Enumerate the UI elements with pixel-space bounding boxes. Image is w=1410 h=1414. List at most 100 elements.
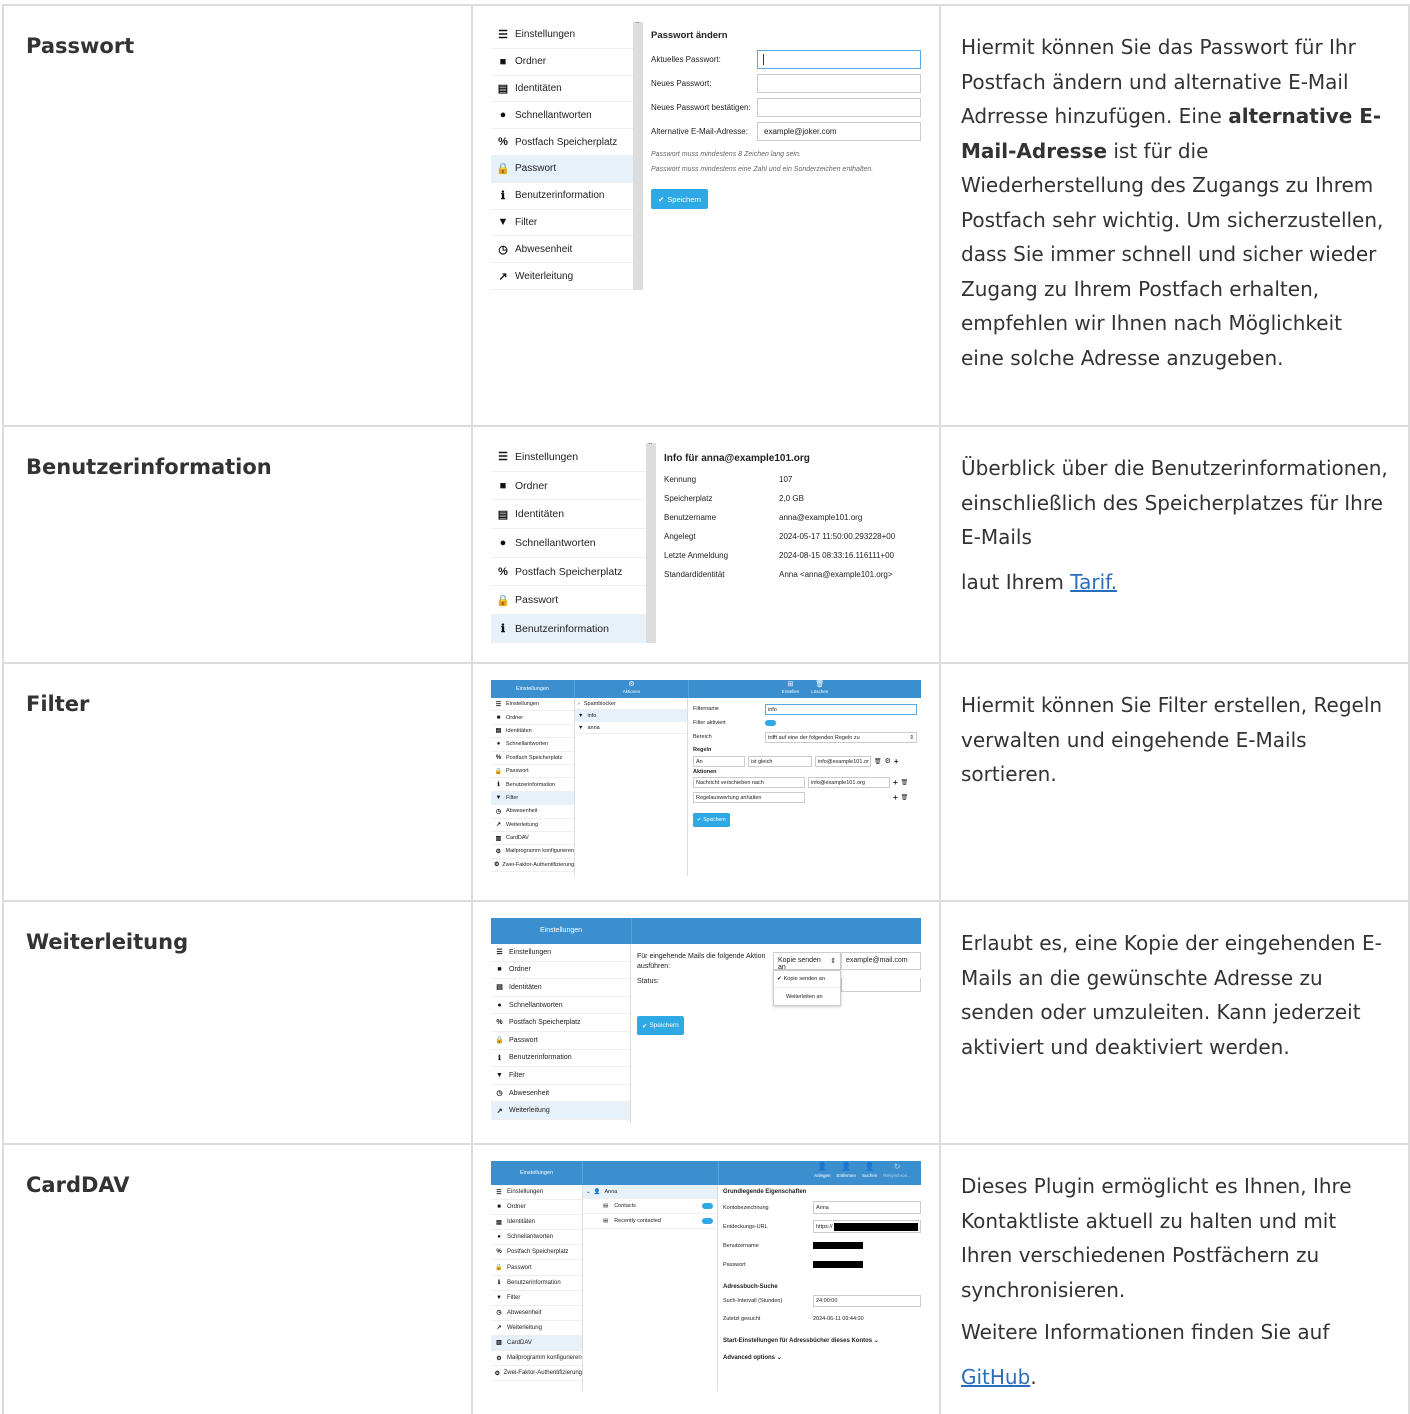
alt-email-input[interactable]: example@joker.com: [757, 121, 921, 141]
sidebar-item[interactable]: ⚙ Zwei-Faktor-Authentifizierung: [491, 1366, 582, 1382]
current-password-input[interactable]: [757, 49, 921, 69]
addressbook-item[interactable]: ▤ Contacts: [583, 1199, 717, 1214]
rule-value-input[interactable]: info@example101.or: [815, 755, 871, 767]
addressbook-toggle[interactable]: [702, 1218, 713, 1224]
save-button[interactable]: ✔ Speichern: [693, 813, 730, 827]
sidebar-item[interactable]: 🔒 Passwort: [491, 1032, 630, 1050]
sidebar-item[interactable]: ● Schnellantworten: [491, 738, 574, 752]
scrollbar[interactable]: ⌃: [633, 22, 643, 290]
expand-section[interactable]: Advanced options ⌄: [723, 1354, 921, 1361]
sidebar-item[interactable]: ☰ Einstellungen: [491, 944, 630, 962]
sidebar-item[interactable]: ☰ Einstellungen: [491, 1185, 582, 1201]
sidebar-item[interactable]: 🔒 Passwort: [491, 1260, 582, 1276]
addressbook-item[interactable]: ▤ Recently contacted: [583, 1214, 717, 1229]
resync-button[interactable]: ↻ Resynchron...: [883, 1161, 911, 1185]
sidebar-item[interactable]: % Postfach Speicherplatz: [491, 558, 646, 587]
sidebar-item[interactable]: ℹ Benutzerinformation: [491, 615, 646, 643]
sidebar-item[interactable]: 🔒 Passwort: [491, 155, 633, 183]
sidebar-item[interactable]: ■ Ordner: [491, 472, 646, 501]
tariff-link[interactable]: Tarif.: [1070, 570, 1117, 594]
list-item[interactable]: ▼ anna: [575, 722, 687, 734]
expand-section[interactable]: Start-Einstellungen für Adressbücher die…: [723, 1337, 921, 1344]
sidebar-item[interactable]: ⚙ Mailprogramm konfigurieren: [491, 1351, 582, 1367]
dropdown-option[interactable]: ✔ Kopie senden an: [774, 971, 840, 988]
save-button[interactable]: ✔ Speichern: [637, 1016, 684, 1035]
sidebar-item[interactable]: ◷ Abwesenheit: [491, 1085, 630, 1103]
sidebar-item[interactable]: ◷ Abwesenheit: [491, 1306, 582, 1321]
sidebar-item[interactable]: % Postfach Speicherplatz: [491, 1014, 630, 1032]
save-button[interactable]: ✔ Speichern: [651, 189, 709, 209]
action-target-select[interactable]: info@example101.org: [808, 777, 890, 788]
sidebar-item[interactable]: ● Schnellantworten: [491, 529, 646, 558]
sidebar-item[interactable]: % Postfach Speicherplatz: [491, 129, 633, 156]
sidebar-item[interactable]: ↗ Weiterleitung: [491, 819, 574, 832]
sidebar-item[interactable]: ▤ Identitäten: [491, 979, 630, 997]
action-select[interactable]: Regelauswertung anhalten: [693, 792, 805, 803]
sidebar-item[interactable]: ▥ CardDAV: [491, 1335, 582, 1352]
sidebar-item[interactable]: ▼ Filter: [491, 210, 633, 237]
sidebar-item[interactable]: % Postfach Speicherplatz: [491, 1245, 582, 1261]
action-select[interactable]: Nachricht verschieben nach: [693, 777, 805, 788]
remove-account-button[interactable]: 👤 Entfernen: [836, 1161, 856, 1185]
actions-menu[interactable]: ⚙ Aktionen: [574, 680, 688, 698]
github-link[interactable]: GitHub: [961, 1365, 1030, 1389]
sidebar-item[interactable]: ☰ Einstellungen: [491, 698, 574, 712]
forward-email-input[interactable]: example@mail.com: [841, 952, 921, 970]
plus-icon[interactable]: +: [894, 757, 899, 766]
addressbook-toggle[interactable]: [702, 1203, 713, 1209]
sidebar-item[interactable]: ↗ Weiterleitung: [491, 263, 633, 290]
list-item[interactable]: › Spamblocker: [575, 698, 687, 710]
sidebar-item[interactable]: ▼ Filter: [491, 791, 574, 806]
sidebar-item[interactable]: ▤ Identitäten: [491, 76, 633, 103]
plus-icon[interactable]: +: [893, 778, 898, 787]
sidebar-item[interactable]: ℹ Benutzerinformation: [491, 183, 633, 210]
sidebar-item[interactable]: ☰ Einstellungen: [491, 22, 633, 49]
create-button[interactable]: ⊞ Erstellen: [782, 680, 800, 698]
sidebar-item[interactable]: ■ Ordner: [491, 49, 633, 76]
sidebar-item[interactable]: ▥ CardDAV: [491, 832, 574, 846]
new-password-input[interactable]: [757, 73, 921, 93]
sidebar-item[interactable]: ▤ Identitäten: [491, 725, 574, 739]
account-item[interactable]: ⌄ 👤 Anna: [583, 1185, 717, 1199]
sidebar-item[interactable]: ⚙ Mailprogramm konfigurieren: [491, 845, 574, 859]
sidebar-item[interactable]: ℹ Benutzerinformation: [491, 1276, 582, 1291]
sidebar-item[interactable]: ℹ Benutzerinformation: [491, 1050, 630, 1068]
plus-icon[interactable]: +: [893, 793, 898, 802]
dropdown-option[interactable]: Weiterleiten an: [774, 988, 840, 1005]
sidebar-item[interactable]: ↗ Weiterleitung: [491, 1321, 582, 1336]
sidebar-item[interactable]: ● Schnellantworten: [491, 102, 633, 130]
confirm-password-input[interactable]: [757, 97, 921, 117]
gear-icon[interactable]: ⚙: [885, 757, 891, 765]
account-input[interactable]: https://: [813, 1220, 921, 1233]
sidebar-item[interactable]: ⚙ Zwei-Faktor-Authentifizierung: [491, 859, 574, 873]
trash-icon[interactable]: 🗑: [874, 758, 882, 765]
trash-icon[interactable]: 🗑: [901, 779, 909, 786]
sidebar-item[interactable]: 🔒 Passwort: [491, 765, 574, 779]
delete-button[interactable]: 🗑 Löschen: [811, 680, 828, 698]
filtername-input[interactable]: info: [765, 703, 917, 715]
forward-mode-select[interactable]: Kopie senden an ⇕: [773, 952, 841, 971]
sidebar-item[interactable]: ◷ Abwesenheit: [491, 236, 633, 264]
trash-icon[interactable]: 🗑: [901, 794, 909, 801]
sidebar-item[interactable]: ▼ Filter: [491, 1291, 582, 1306]
search-button[interactable]: 👤 Suchen: [862, 1161, 877, 1185]
scope-select[interactable]: trifft auf eine der folgenden Regeln zu ⇕: [765, 731, 917, 743]
sidebar-item[interactable]: ℹ Benutzerinformation: [491, 778, 574, 792]
filter-active-toggle[interactable]: [765, 720, 776, 726]
sidebar-item[interactable]: ◷ Abwesenheit: [491, 805, 574, 819]
sidebar-item[interactable]: ● Schnellantworten: [491, 1230, 582, 1246]
sidebar-item[interactable]: ▤ Identitäten: [491, 500, 646, 530]
account-input[interactable]: Anna: [813, 1201, 921, 1214]
sidebar-item[interactable]: ▼ Filter: [491, 1067, 630, 1085]
list-item[interactable]: ▼ info: [575, 710, 687, 722]
rule-field-select[interactable]: An: [693, 755, 745, 767]
sidebar-item[interactable]: ■ Ordner: [491, 1200, 582, 1216]
sidebar-item[interactable]: ● Schnellantworten: [491, 997, 630, 1015]
sidebar-item[interactable]: ↗ Weiterleitung: [491, 1102, 630, 1120]
add-account-button[interactable]: 👤 Anlegen: [814, 1161, 831, 1185]
sidebar-item[interactable]: 🔒 Passwort: [491, 586, 646, 616]
sidebar-item[interactable]: % Postfach Speicherplatz: [491, 752, 574, 765]
sidebar-item[interactable]: ■ Ordner: [491, 711, 574, 725]
sidebar-item[interactable]: ☰ Einstellungen: [491, 443, 646, 472]
scrollbar[interactable]: ⌃: [646, 443, 656, 643]
